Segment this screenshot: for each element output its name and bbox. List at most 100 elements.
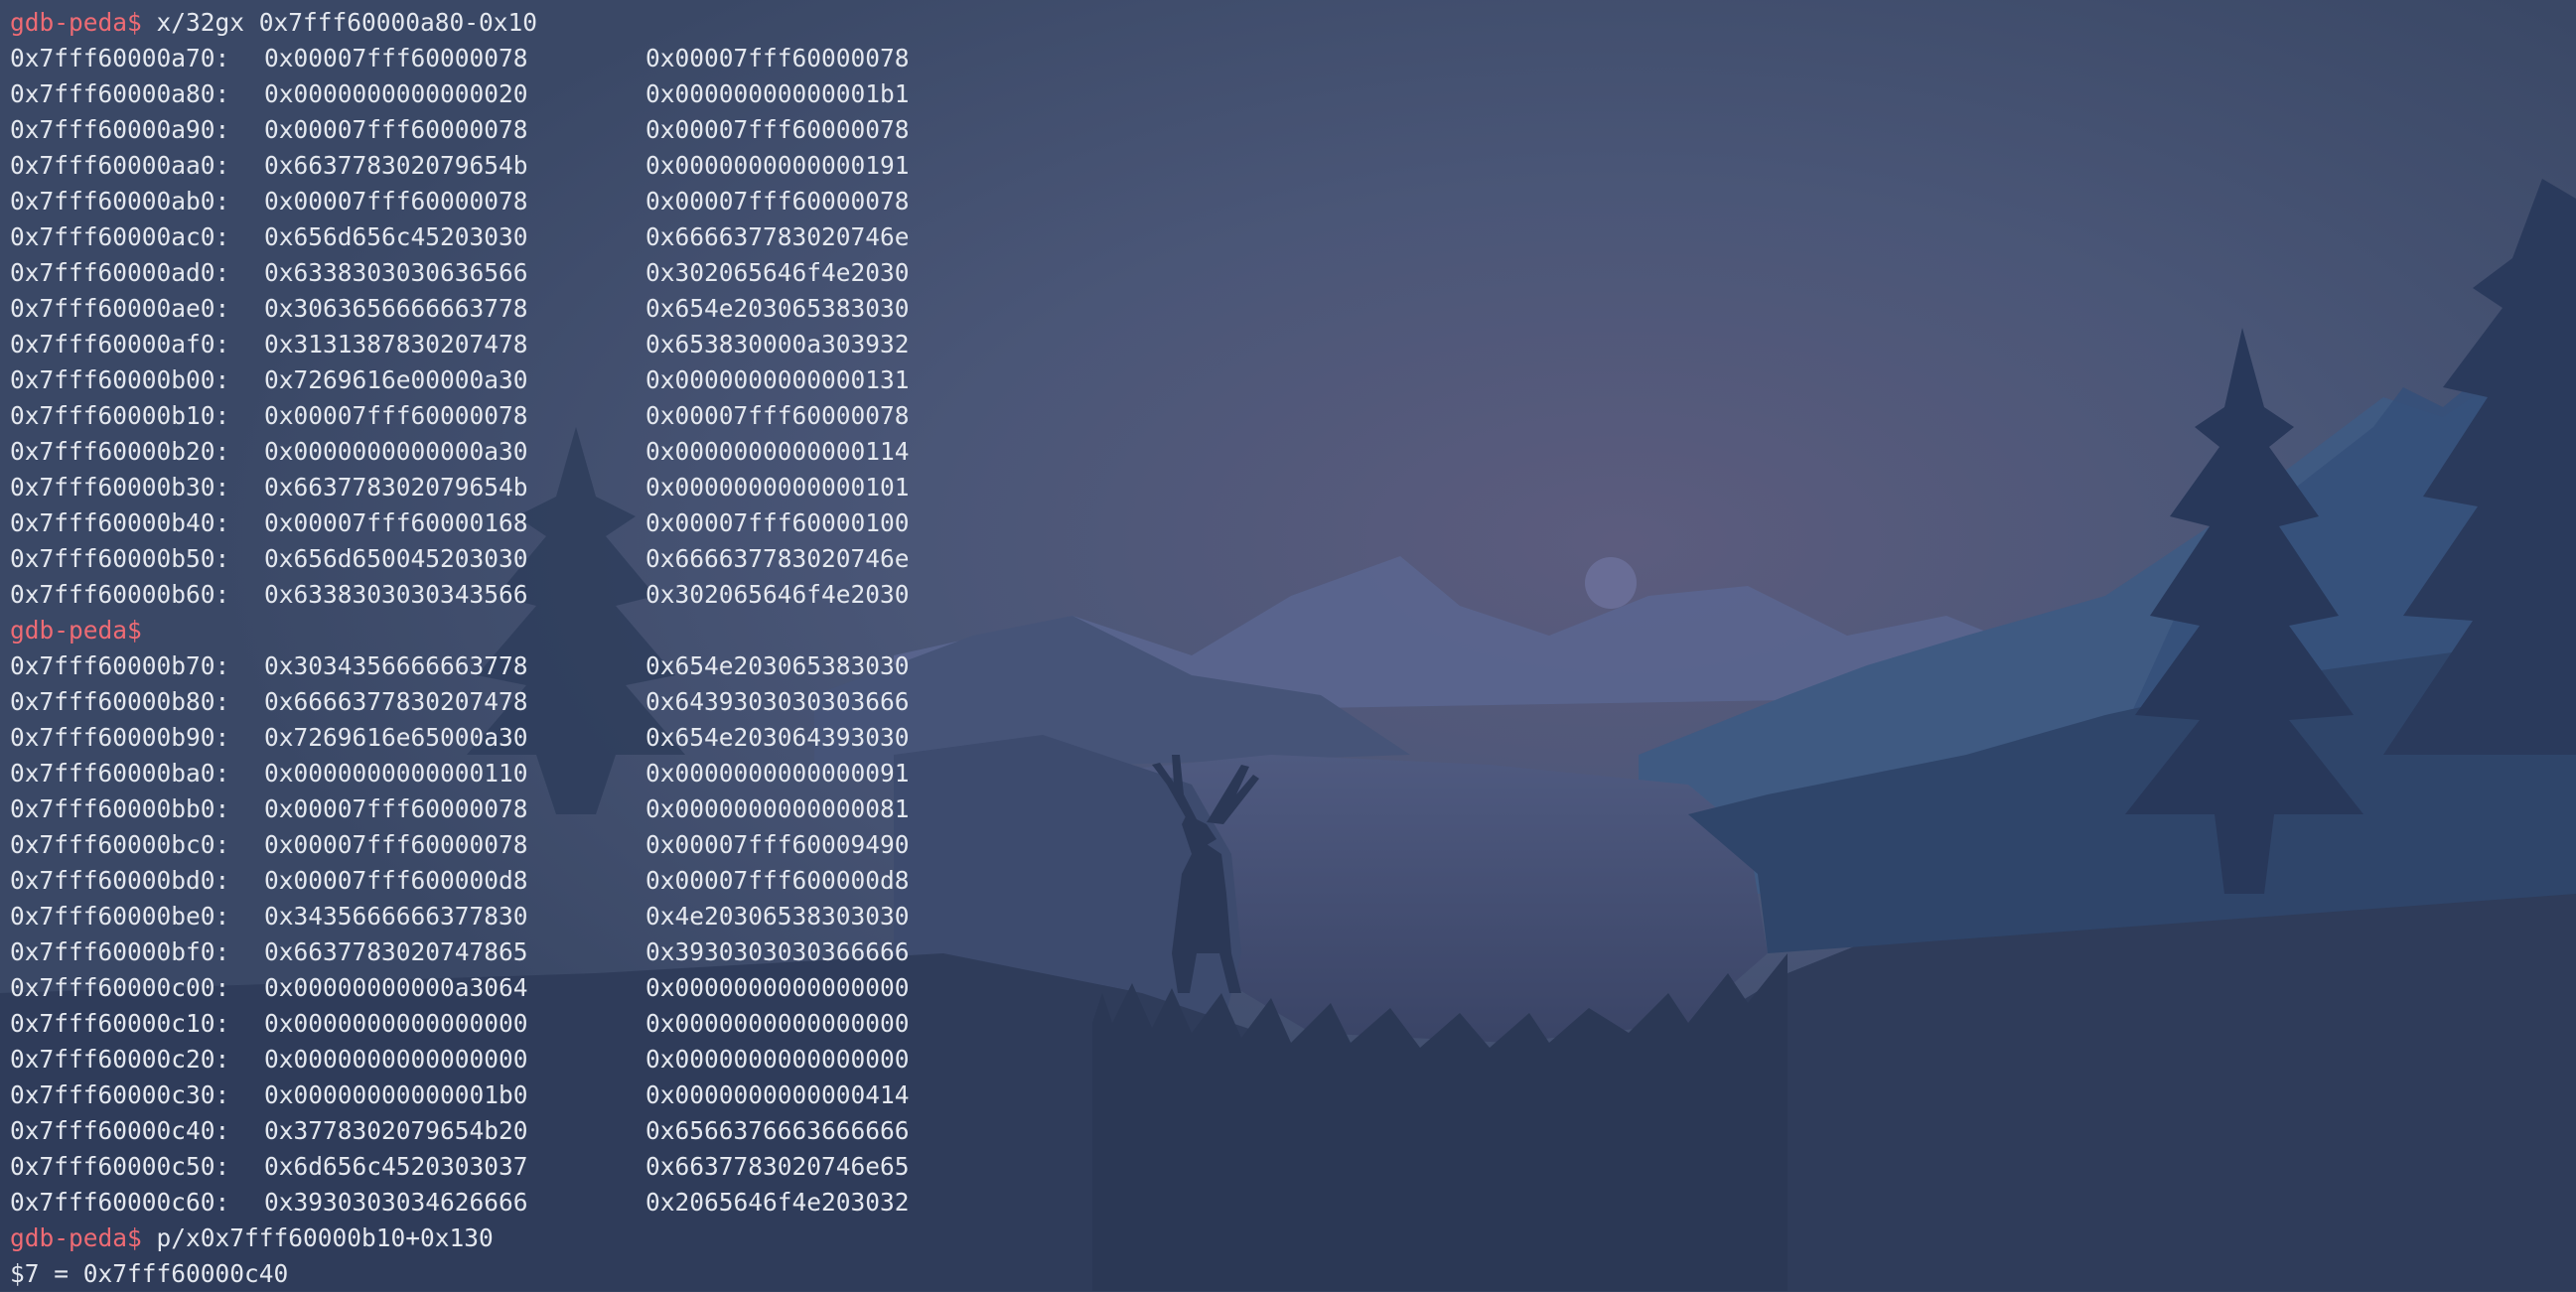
memory-row: 0x7fff60000b50: 0x656d650045203030 0x66663… xyxy=(10,541,910,577)
memory-value: 0x00000000000001b1 xyxy=(645,79,910,108)
memory-value: 0x00000000000a3064 xyxy=(264,973,528,1002)
memory-value: 0x0000000000000191 xyxy=(645,151,910,180)
memory-address: 0x7fff60000b80: xyxy=(10,687,230,716)
memory-address: 0x7fff60000b60: xyxy=(10,580,230,609)
memory-value: 0x00007fff60000100 xyxy=(645,508,910,537)
memory-address: 0x7fff60000bd0: xyxy=(10,866,230,895)
memory-value: 0x653830000a303932 xyxy=(645,330,910,359)
memory-address: 0x7fff60000c30: xyxy=(10,1080,230,1109)
memory-value: 0x00007fff60000078 xyxy=(645,115,910,144)
memory-address: 0x7fff60000b50: xyxy=(10,544,230,573)
memory-row: 0x7fff60000a80: 0x0000000000000020 0x00000… xyxy=(10,76,910,112)
memory-value: 0x3930303030366666 xyxy=(645,937,910,966)
memory-row: 0x7fff60000ac0: 0x656d656c45203030 0x66663… xyxy=(10,219,910,255)
memory-address: 0x7fff60000c20: xyxy=(10,1045,230,1074)
memory-row: 0x7fff60000b60: 0x6338303030343566 0x30206… xyxy=(10,577,910,613)
memory-value: 0x302065646f4e2030 xyxy=(645,258,910,287)
memory-address: 0x7fff60000ad0: xyxy=(10,258,230,287)
memory-value: 0x0000000000000110 xyxy=(264,759,528,788)
memory-value: 0x0000000000000020 xyxy=(264,79,528,108)
memory-address: 0x7fff60000a90: xyxy=(10,115,230,144)
memory-address: 0x7fff60000ae0: xyxy=(10,294,230,323)
memory-address: 0x7fff60000bb0: xyxy=(10,794,230,823)
memory-row: 0x7fff60000b80: 0x6666377830207478 0x64393… xyxy=(10,684,910,720)
command-text: x/32gx 0x7fff60000a80-0x10 xyxy=(156,8,538,37)
memory-value: 0x0000000000000131 xyxy=(645,365,910,394)
memory-value: 0x00007fff60000168 xyxy=(264,508,528,537)
memory-value: 0x663778302079654b xyxy=(264,151,528,180)
memory-value: 0x4e20306538303030 xyxy=(645,902,910,931)
command-line: gdb-peda$ x/32gx 0x7fff60000a80-0x10 xyxy=(10,5,537,41)
memory-value: 0x0000000000000000 xyxy=(645,1009,910,1038)
memory-address: 0x7fff60000c40: xyxy=(10,1116,230,1145)
memory-row: 0x7fff60000ba0: 0x0000000000000110 0x00000… xyxy=(10,756,910,791)
memory-value: 0x6637783020747865 xyxy=(264,937,528,966)
memory-value: 0x0000000000000000 xyxy=(645,1045,910,1074)
memory-row: 0x7fff60000bb0: 0x00007fff60000078 0x00000… xyxy=(10,791,910,827)
memory-value: 0x0000000000000000 xyxy=(264,1009,528,1038)
memory-value: 0x0000000000000a30 xyxy=(264,437,528,466)
memory-value: 0x6666377830207478 xyxy=(264,687,528,716)
memory-row: 0x7fff60000b90: 0x7269616e65000a30 0x654e2… xyxy=(10,720,910,756)
memory-value: 0x7269616e65000a30 xyxy=(264,723,528,752)
memory-row: 0x7fff60000c40: 0x3778302079654b20 0x65663… xyxy=(10,1113,910,1149)
memory-value: 0x3034356666663778 xyxy=(264,651,528,680)
memory-address: 0x7fff60000ac0: xyxy=(10,222,230,251)
memory-value: 0x3063656666663778 xyxy=(264,294,528,323)
memory-row: 0x7fff60000bf0: 0x6637783020747865 0x39303… xyxy=(10,934,910,970)
memory-value: 0x0000000000000000 xyxy=(645,973,910,1002)
prompt: gdb-peda$ xyxy=(10,1223,142,1252)
memory-row: 0x7fff60000c00: 0x00000000000a3064 0x00000… xyxy=(10,970,910,1006)
memory-address: 0x7fff60000aa0: xyxy=(10,151,230,180)
memory-value: 0x3778302079654b20 xyxy=(264,1116,528,1145)
memory-address: 0x7fff60000bc0: xyxy=(10,830,230,859)
terminal-window[interactable]: gdb-peda$ x/32gx 0x7fff60000a80-0x10 0x7… xyxy=(0,0,2576,1291)
memory-row: 0x7fff60000ab0: 0x00007fff60000078 0x00007… xyxy=(10,184,910,219)
memory-value: 0x6d656c4520303037 xyxy=(264,1152,528,1181)
memory-value: 0x00007fff60000078 xyxy=(264,115,528,144)
memory-value: 0x302065646f4e2030 xyxy=(645,580,910,609)
memory-address: 0x7fff60000ba0: xyxy=(10,759,230,788)
memory-address: 0x7fff60000ab0: xyxy=(10,187,230,215)
memory-value: 0x666637783020746e xyxy=(645,544,910,573)
memory-value: 0x654e203065383030 xyxy=(645,294,910,323)
memory-value: 0x00007fff60000078 xyxy=(264,794,528,823)
memory-value: 0x656d650045203030 xyxy=(264,544,528,573)
memory-value: 0x00007fff60000078 xyxy=(264,44,528,72)
memory-value: 0x0000000000000081 xyxy=(645,794,910,823)
memory-address: 0x7fff60000bf0: xyxy=(10,937,230,966)
memory-address: 0x7fff60000b30: xyxy=(10,473,230,502)
memory-address: 0x7fff60000b40: xyxy=(10,508,230,537)
memory-address: 0x7fff60000b70: xyxy=(10,651,230,680)
memory-row: 0x7fff60000b40: 0x00007fff60000168 0x00007… xyxy=(10,505,910,541)
memory-value: 0x00007fff60000078 xyxy=(264,401,528,430)
memory-value: 0x6637783020746e65 xyxy=(645,1152,910,1181)
memory-row: 0x7fff60000a90: 0x00007fff60000078 0x00007… xyxy=(10,112,910,148)
command-line: gdb-peda$ xyxy=(10,613,142,648)
memory-value: 0x3435666666377830 xyxy=(264,902,528,931)
memory-value: 0x00000000000001b0 xyxy=(264,1080,528,1109)
memory-value: 0x00007fff60000078 xyxy=(645,44,910,72)
memory-row: 0x7fff60000c10: 0x0000000000000000 0x00000… xyxy=(10,1006,910,1042)
memory-value: 0x00007fff60000078 xyxy=(645,187,910,215)
memory-row: 0x7fff60000c60: 0x3930303034626666 0x20656… xyxy=(10,1185,910,1220)
memory-value: 0x7269616e00000a30 xyxy=(264,365,528,394)
memory-address: 0x7fff60000c00: xyxy=(10,973,230,1002)
prompt: gdb-peda$ xyxy=(10,616,142,645)
memory-value: 0x0000000000000091 xyxy=(645,759,910,788)
memory-value: 0x654e203065383030 xyxy=(645,651,910,680)
memory-value: 0x6566376663666666 xyxy=(645,1116,910,1145)
memory-row: 0x7fff60000c20: 0x0000000000000000 0x00000… xyxy=(10,1042,910,1077)
memory-row: 0x7fff60000c50: 0x6d656c4520303037 0x66377… xyxy=(10,1149,910,1185)
memory-value: 0x0000000000000414 xyxy=(645,1080,910,1109)
memory-value: 0x654e203064393030 xyxy=(645,723,910,752)
memory-row: 0x7fff60000b30: 0x663778302079654b 0x00000… xyxy=(10,470,910,505)
memory-value: 0x00007fff60000078 xyxy=(645,401,910,430)
memory-value: 0x656d656c45203030 xyxy=(264,222,528,251)
memory-value: 0x3930303034626666 xyxy=(264,1188,528,1217)
memory-row: 0x7fff60000a70: 0x00007fff60000078 0x00007… xyxy=(10,41,910,76)
memory-value: 0x00007fff60009490 xyxy=(645,830,910,859)
memory-row: 0x7fff60000af0: 0x3131387830207478 0x65383… xyxy=(10,327,910,362)
memory-address: 0x7fff60000a70: xyxy=(10,44,230,72)
memory-address: 0x7fff60000a80: xyxy=(10,79,230,108)
